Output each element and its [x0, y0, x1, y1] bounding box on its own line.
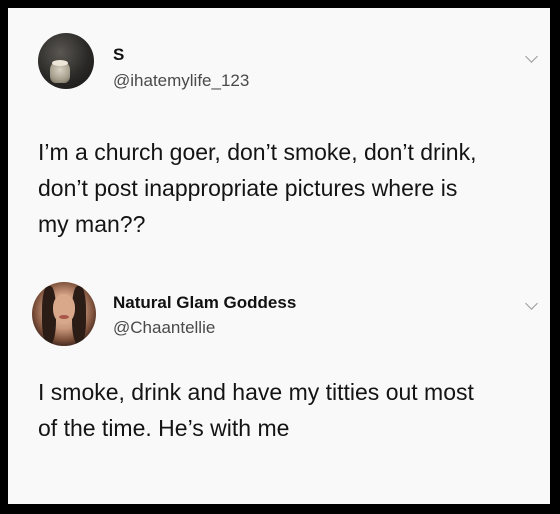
avatar[interactable] — [32, 282, 96, 346]
tweet-text-line: I’m a church goer, don’t smoke, don’t dr… — [38, 139, 477, 165]
chevron-down-icon[interactable] — [525, 297, 538, 310]
tweet-text: I smoke, drink and have my titties out m… — [38, 374, 548, 446]
user-handle[interactable]: @Chaantellie — [113, 318, 215, 338]
user-handle[interactable]: @ihatemylife_123 — [113, 71, 249, 91]
tweet-text-line: of the time. He’s with me — [38, 415, 290, 441]
tweet-text: I’m a church goer, don’t smoke, don’t dr… — [38, 134, 548, 242]
chevron-down-icon[interactable] — [525, 50, 538, 63]
tweet-reply[interactable]: Natural Glam Goddess @Chaantellie I smok… — [8, 258, 550, 512]
avatar-photo-detail — [52, 60, 68, 66]
display-name[interactable]: Natural Glam Goddess — [113, 293, 296, 313]
tweet-text-line: my man?? — [38, 211, 146, 237]
tweet-text-line: don’t post inappropriate pictures where … — [38, 175, 458, 201]
avatar-photo-detail — [59, 315, 69, 319]
tweet-original[interactable]: S @ihatemylife_123 I’m a church goer, do… — [8, 8, 550, 258]
avatar-photo-detail — [72, 286, 86, 344]
screenshot-frame: S @ihatemylife_123 I’m a church goer, do… — [0, 0, 560, 514]
tweet-text-line: I smoke, drink and have my titties out m… — [38, 379, 474, 405]
display-name[interactable]: S — [113, 45, 124, 65]
avatar[interactable] — [38, 33, 94, 89]
avatar-photo-detail — [53, 294, 75, 324]
